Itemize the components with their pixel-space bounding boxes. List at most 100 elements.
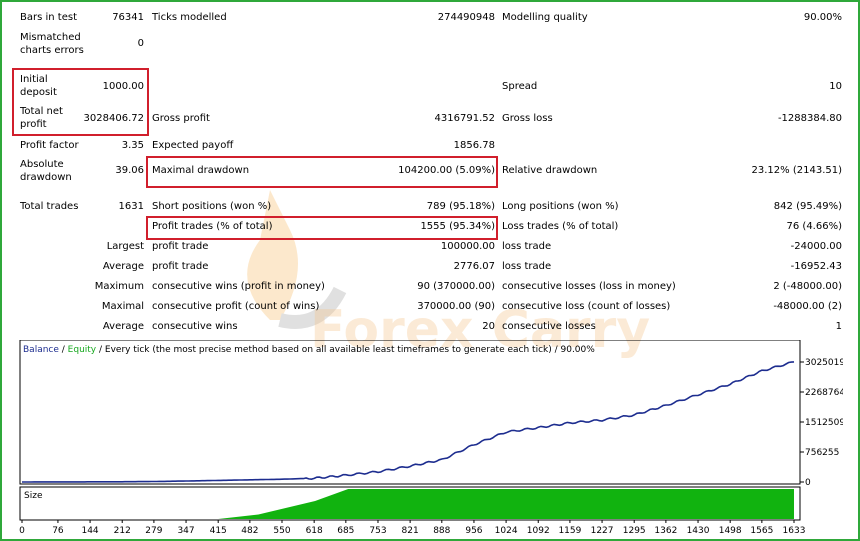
average-loss-value: -16952.43 bbox=[790, 261, 842, 272]
absolute-drawdown-label-line2: drawdown bbox=[20, 172, 72, 183]
balance-line bbox=[22, 361, 795, 483]
average-profit-label: profit trade bbox=[152, 261, 209, 272]
largest-profit-value: 100000.00 bbox=[440, 241, 495, 252]
profit-factor-value: 3.35 bbox=[121, 140, 144, 151]
average-consecutive-loss-label: consecutive losses bbox=[502, 321, 596, 332]
y-tick-label: 0 bbox=[805, 478, 811, 488]
x-tick-label: 347 bbox=[177, 526, 194, 536]
expected-payoff-label: Expected payoff bbox=[152, 140, 234, 151]
y-tick-label: 3025019 bbox=[805, 358, 843, 368]
x-tick-label: 76 bbox=[52, 526, 64, 536]
y-tick-label: 1512509 bbox=[805, 418, 843, 428]
x-tick-label: 1295 bbox=[623, 526, 646, 536]
x-tick-label: 279 bbox=[145, 526, 162, 536]
relative-drawdown-value: 23.12% (2143.51) bbox=[751, 165, 842, 176]
x-tick-label: 1159 bbox=[558, 526, 581, 536]
x-tick-label: 0 bbox=[19, 526, 25, 536]
x-tick-label: 1024 bbox=[495, 526, 518, 536]
average-consecutive-profit-value: 20 bbox=[482, 321, 495, 332]
gross-profit-value: 4316791.52 bbox=[434, 113, 495, 124]
long-positions-value: 842 (95.49%) bbox=[773, 201, 842, 212]
largest-loss-label: loss trade bbox=[502, 241, 552, 252]
main-panel-frame bbox=[19, 340, 801, 485]
highlight-box-profit-trades bbox=[146, 216, 498, 240]
largest-label: Largest bbox=[106, 241, 144, 252]
x-tick-label: 144 bbox=[81, 526, 98, 536]
chart-legend-equity: Equity bbox=[67, 345, 97, 355]
relative-drawdown-label: Relative drawdown bbox=[502, 165, 598, 176]
spread-value: 10 bbox=[829, 81, 842, 92]
maximum-loss-value: 2 (-48000.00) bbox=[773, 281, 842, 292]
maximal-profit-value: 370000.00 (90) bbox=[417, 301, 495, 312]
average-label: Average bbox=[102, 261, 144, 272]
modelling-quality-value: 90.00% bbox=[803, 12, 842, 23]
chart-header: Balance / Equity / Every tick (the most … bbox=[23, 345, 595, 355]
chart-legend-balance: Balance bbox=[23, 345, 59, 355]
x-tick-label: 685 bbox=[337, 526, 354, 536]
x-tick-label: 1227 bbox=[591, 526, 614, 536]
gross-loss-value: -1288384.80 bbox=[777, 113, 842, 124]
short-positions-label: Short positions (won %) bbox=[152, 201, 272, 212]
maximal-label: Maximal bbox=[101, 301, 144, 312]
total-trades-label: Total trades bbox=[20, 201, 79, 212]
largest-loss-value: -24000.00 bbox=[790, 241, 842, 252]
total-trades-value: 1631 bbox=[118, 201, 144, 212]
expected-payoff-value: 1856.78 bbox=[453, 140, 495, 151]
average-consecutive-label: Average bbox=[102, 321, 144, 332]
ticks-modelled-label: Ticks modelled bbox=[152, 12, 227, 23]
loss-trades-value: 76 (4.66%) bbox=[786, 221, 842, 232]
x-tick-label: 753 bbox=[369, 526, 386, 536]
maximum-profit-label: consecutive wins (profit in money) bbox=[152, 281, 325, 292]
x-tick-label: 888 bbox=[433, 526, 450, 536]
mismatched-errors-value: 0 bbox=[137, 38, 144, 49]
average-consecutive-profit-label: consecutive wins bbox=[152, 321, 238, 332]
loss-trades-label: Loss trades (% of total) bbox=[502, 221, 619, 232]
profit-factor-label: Profit factor bbox=[20, 140, 79, 151]
x-tick-label: 618 bbox=[306, 526, 323, 536]
x-tick-label: 1565 bbox=[750, 526, 773, 536]
highlight-box-deposit-profit bbox=[12, 68, 149, 136]
x-tick-label: 212 bbox=[114, 526, 131, 536]
absolute-drawdown-label-line1: Absolute bbox=[20, 159, 64, 170]
x-tick-label: 550 bbox=[273, 526, 290, 536]
mismatched-errors-label-line1: Mismatched bbox=[20, 32, 81, 43]
ticks-modelled-value: 274490948 bbox=[437, 12, 495, 23]
gross-profit-label: Gross profit bbox=[152, 113, 210, 124]
size-label: Size bbox=[24, 491, 43, 501]
balance-chart: Balance / Equity / Every tick (the most … bbox=[17, 340, 843, 536]
mismatched-errors-label-line2: charts errors bbox=[20, 45, 84, 56]
average-loss-label: loss trade bbox=[502, 261, 552, 272]
long-positions-label: Long positions (won %) bbox=[502, 201, 619, 212]
bars-in-test-label: Bars in test bbox=[20, 12, 77, 23]
x-tick-label: 956 bbox=[465, 526, 482, 536]
x-tick-label: 1092 bbox=[527, 526, 550, 536]
maximal-profit-label: consecutive profit (count of wins) bbox=[152, 301, 320, 312]
x-tick-label: 1362 bbox=[654, 526, 677, 536]
y-tick-label: 2268764 bbox=[805, 388, 843, 398]
y-tick-label: 756255 bbox=[805, 448, 839, 458]
maximum-loss-label: consecutive losses (loss in money) bbox=[502, 281, 676, 292]
maximal-loss-label: consecutive loss (count of losses) bbox=[502, 301, 671, 312]
maximum-label: Maximum bbox=[94, 281, 144, 292]
average-consecutive-loss-value: 1 bbox=[835, 321, 842, 332]
x-tick-label: 1430 bbox=[687, 526, 710, 536]
average-profit-value: 2776.07 bbox=[453, 261, 495, 272]
spread-label: Spread bbox=[502, 81, 538, 92]
bars-in-test-value: 76341 bbox=[112, 12, 144, 23]
chart-description: / Every tick (the most precise method ba… bbox=[96, 345, 595, 355]
x-tick-label: 1498 bbox=[719, 526, 742, 536]
highlight-box-maximal-drawdown bbox=[146, 156, 498, 188]
chart-svg: 0 756255 1512509 2268764 3025019 Size 0 76 144 21… bbox=[19, 340, 843, 536]
x-tick-label: 1633 bbox=[783, 526, 806, 536]
maximal-loss-value: -48000.00 (2) bbox=[773, 301, 842, 312]
size-bars bbox=[22, 489, 794, 519]
short-positions-value: 789 (95.18%) bbox=[426, 201, 495, 212]
x-tick-label: 482 bbox=[241, 526, 258, 536]
modelling-quality-label: Modelling quality bbox=[502, 12, 588, 23]
x-tick-label: 415 bbox=[210, 526, 227, 536]
absolute-drawdown-value: 39.06 bbox=[115, 165, 144, 176]
largest-profit-label: profit trade bbox=[152, 241, 209, 252]
x-tick-label: 821 bbox=[402, 526, 419, 536]
maximum-profit-value: 90 (370000.00) bbox=[417, 281, 495, 292]
gross-loss-label: Gross loss bbox=[502, 113, 553, 124]
